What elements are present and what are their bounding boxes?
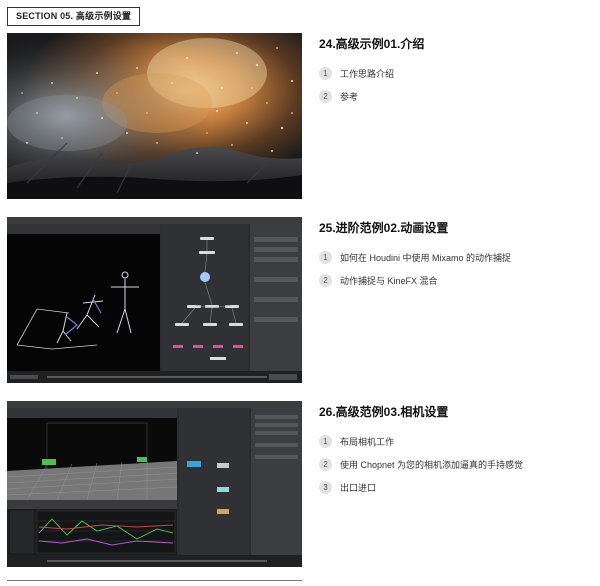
- topic-number-badge: 3: [319, 480, 332, 494]
- lesson-info: 26.高级范例03.相机设置 1 布局相机工作 2 使用 Chopnet 为您的…: [319, 401, 593, 503]
- lesson-card-26[interactable]: 26.高级范例03.相机设置 1 布局相机工作 2 使用 Chopnet 为您的…: [7, 401, 593, 567]
- lesson-topic-item: 2 动作捕捉与 KineFX 混合: [319, 273, 593, 287]
- topic-text: 动作捕捉与 KineFX 混合: [340, 275, 438, 286]
- lesson-info: 25.进阶范例02.动画设置 1 如何在 Houdini 中使用 Mixamo …: [319, 217, 593, 296]
- topic-number-badge: 1: [319, 66, 332, 80]
- lesson-topic-item: 1 如何在 Houdini 中使用 Mixamo 的动作捕捉: [319, 250, 593, 264]
- topic-number-badge: 2: [319, 457, 332, 471]
- houdini-camera-chopnet-thumbnail[interactable]: [7, 401, 302, 567]
- lesson-topic-item: 1 工作思路介绍: [319, 66, 593, 80]
- topic-text: 参考: [340, 91, 359, 102]
- lesson-title[interactable]: 26.高级范例03.相机设置: [319, 403, 593, 420]
- lesson-title[interactable]: 25.进阶范例02.动画设置: [319, 219, 593, 236]
- lesson-topic-item: 2 使用 Chopnet 为您的相机添加逼真的手持感觉: [319, 457, 593, 471]
- topic-number-badge: 1: [319, 434, 332, 448]
- topic-text: 如何在 Houdini 中使用 Mixamo 的动作捕捉: [340, 252, 512, 263]
- houdini-rig-network-thumbnail[interactable]: [7, 217, 302, 383]
- lesson-topic-list: 1 工作思路介绍 2 参考: [319, 66, 593, 103]
- lesson-info: 24.高级示例01.介绍 1 工作思路介绍 2 参考: [319, 33, 593, 112]
- explosion-render-thumbnail[interactable]: [7, 33, 302, 199]
- topic-text: 使用 Chopnet 为您的相机添加逼真的手持感觉: [340, 459, 524, 470]
- lesson-topic-item: 1 布局相机工作: [319, 434, 593, 448]
- section-label: SECTION 05. 高级示例设置: [7, 7, 141, 26]
- lesson-topic-list: 1 如何在 Houdini 中使用 Mixamo 的动作捕捉 2 动作捕捉与 K…: [319, 250, 593, 287]
- divider: [7, 580, 302, 581]
- topic-number-badge: 2: [319, 273, 332, 287]
- topic-text: 出口进口: [340, 482, 377, 493]
- lesson-title[interactable]: 24.高级示例01.介绍: [319, 35, 593, 52]
- topic-number-badge: 2: [319, 89, 332, 103]
- lesson-topic-list: 1 布局相机工作 2 使用 Chopnet 为您的相机添加逼真的手持感觉 3 出…: [319, 434, 593, 494]
- lesson-card-24[interactable]: 24.高级示例01.介绍 1 工作思路介绍 2 参考: [7, 33, 593, 199]
- topic-text: 工作思路介绍: [340, 68, 395, 79]
- lesson-topic-item: 2 参考: [319, 89, 593, 103]
- topic-number-badge: 1: [319, 250, 332, 264]
- lesson-card-25[interactable]: 25.进阶范例02.动画设置 1 如何在 Houdini 中使用 Mixamo …: [7, 217, 593, 383]
- topic-text: 布局相机工作: [340, 436, 395, 447]
- lesson-topic-item: 3 出口进口: [319, 480, 593, 494]
